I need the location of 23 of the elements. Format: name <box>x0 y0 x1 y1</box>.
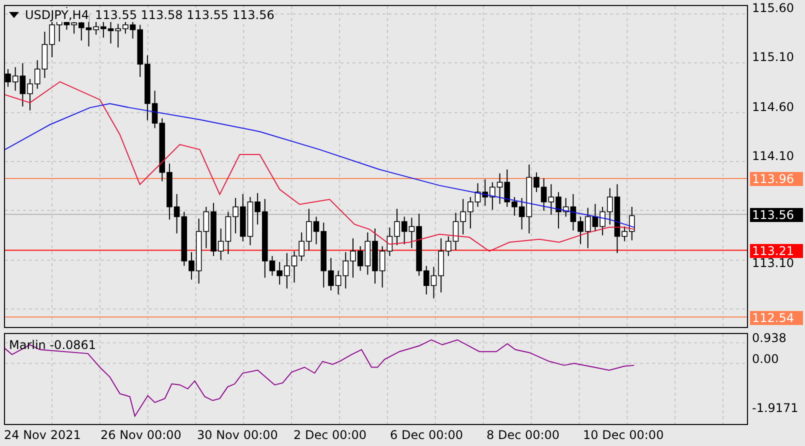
dropdown-triangle-icon[interactable] <box>9 12 19 18</box>
time-tick-label: 6 Dec 00:00 <box>390 427 464 444</box>
indicator-tick-label: 0.938 <box>752 331 786 345</box>
price-tick-label: 114.10 <box>752 149 794 163</box>
ohlc-values: 113.55 113.58 113.55 113.56 <box>94 8 274 22</box>
time-tick-label: 8 Dec 00:00 <box>486 427 561 444</box>
price-tick-label: 114.60 <box>752 100 794 114</box>
time-tick-label: 2 Dec 00:00 <box>294 427 368 444</box>
price-tick-label: 115.60 <box>752 1 794 15</box>
price-tick-label: 115.10 <box>752 50 794 64</box>
indicator-tick-label: -1.9171 <box>752 401 798 415</box>
price-level-tag: 113.56 <box>750 208 803 222</box>
time-tick-label: 30 Nov 00:00 <box>197 427 279 444</box>
price-tick-label: 113.10 <box>752 256 794 270</box>
price-level-tag: 113.96 <box>750 172 803 186</box>
symbol-label: USDJPY,H4 <box>25 8 89 22</box>
price-level-tag: 113.21 <box>750 244 803 258</box>
time-tick-label: 24 Nov 2021 <box>4 427 82 444</box>
price-level-tag: 112.54 <box>750 311 803 325</box>
time-tick-label: 26 Nov 00:00 <box>100 427 182 444</box>
indicator-tick-label: 0.00 <box>752 352 779 366</box>
time-tick-label: 10 Dec 00:00 <box>583 427 665 444</box>
indicator-label: Marlin -0.0861 <box>9 338 96 352</box>
